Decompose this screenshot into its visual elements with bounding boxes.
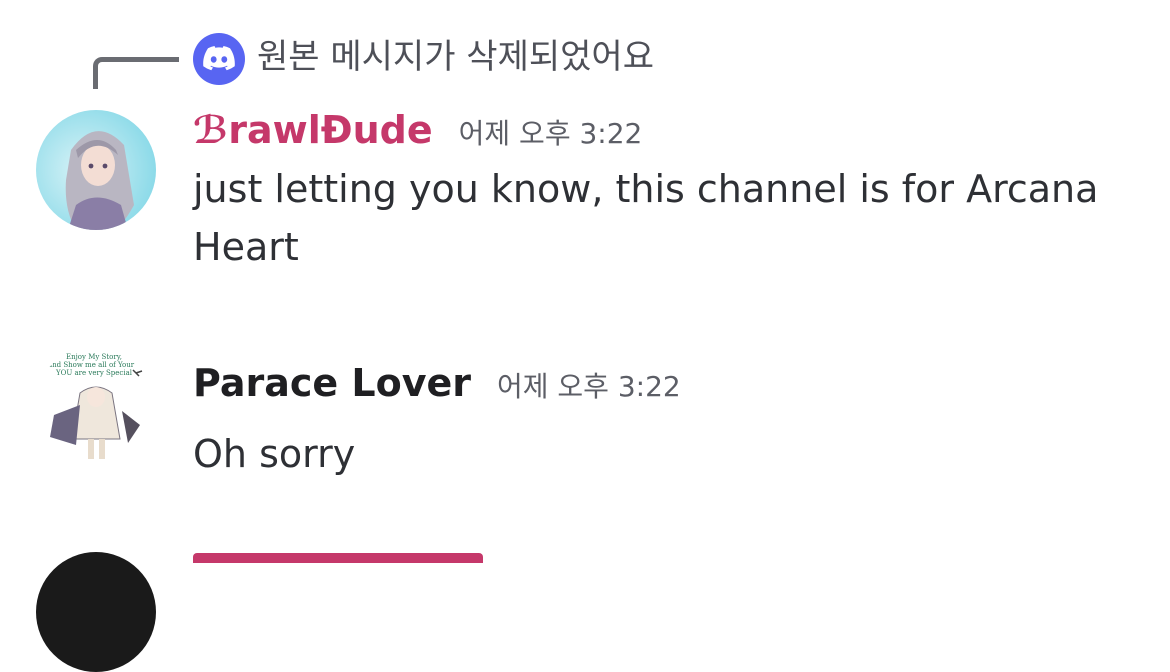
message-content: just letting you know, this channel is f… [193,167,1099,269]
reply-connector [93,57,179,89]
avatar[interactable] [36,552,156,672]
avatar-caption-1: Enjoy My Story, [66,353,122,361]
message-header: ℬrawlĐude 어제 오후 3:22 [193,108,642,152]
username[interactable]: Parace Lover [193,361,471,405]
username[interactable]: ℬrawlĐude [193,108,433,152]
username-cutoff[interactable] [193,553,483,563]
reply-deleted-text[interactable]: 원본 메시지가 삭제되었어요 [257,37,654,77]
discord-logo-icon [193,33,245,85]
avatar-caption-3: YOU are very Special [55,369,133,377]
avatar[interactable]: Enjoy My Story, and Show me all of Your … [36,345,156,465]
message-content: Oh sorry [193,432,356,476]
avatar[interactable] [36,110,156,230]
timestamp: 어제 오후 3:22 [458,117,643,150]
timestamp: 어제 오후 3:22 [497,370,681,403]
message-header: Parace Lover 어제 오후 3:22 [193,361,681,405]
avatar-caption-2: and Show me all of Your [48,361,135,369]
